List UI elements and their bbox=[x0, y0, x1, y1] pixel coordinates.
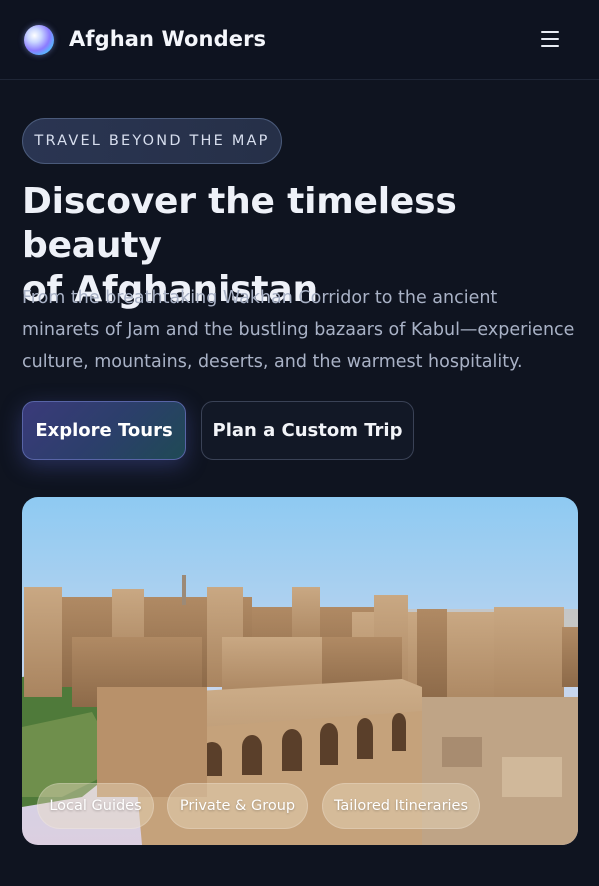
brand-name[interactable]: Afghan Wonders bbox=[69, 27, 266, 51]
chip-local-guides: Local Guides bbox=[37, 783, 154, 829]
description-line-1: From the breathtaking Wakhan Corridor to… bbox=[22, 288, 498, 308]
explore-tours-button[interactable]: Explore Tours bbox=[22, 401, 186, 460]
hamburger-menu-icon[interactable] bbox=[539, 28, 561, 50]
site-header: Afghan Wonders bbox=[0, 0, 599, 80]
chip-tailored-itineraries: Tailored Itineraries bbox=[322, 783, 480, 829]
description-line-3: culture, mountains, deserts, and the war… bbox=[22, 352, 523, 372]
description-line-2: minarets of Jam and the bustling bazaars… bbox=[22, 320, 575, 340]
eyebrow-badge: TRAVEL BEYOND THE MAP bbox=[22, 118, 282, 164]
plan-custom-trip-button[interactable]: Plan a Custom Trip bbox=[201, 401, 414, 460]
chip-private-group: Private & Group bbox=[167, 783, 308, 829]
hero-description: From the breathtaking Wakhan Corridor to… bbox=[22, 282, 587, 378]
logo-orb-icon[interactable] bbox=[24, 25, 54, 55]
title-line-1: Discover the timeless beauty bbox=[22, 181, 457, 266]
